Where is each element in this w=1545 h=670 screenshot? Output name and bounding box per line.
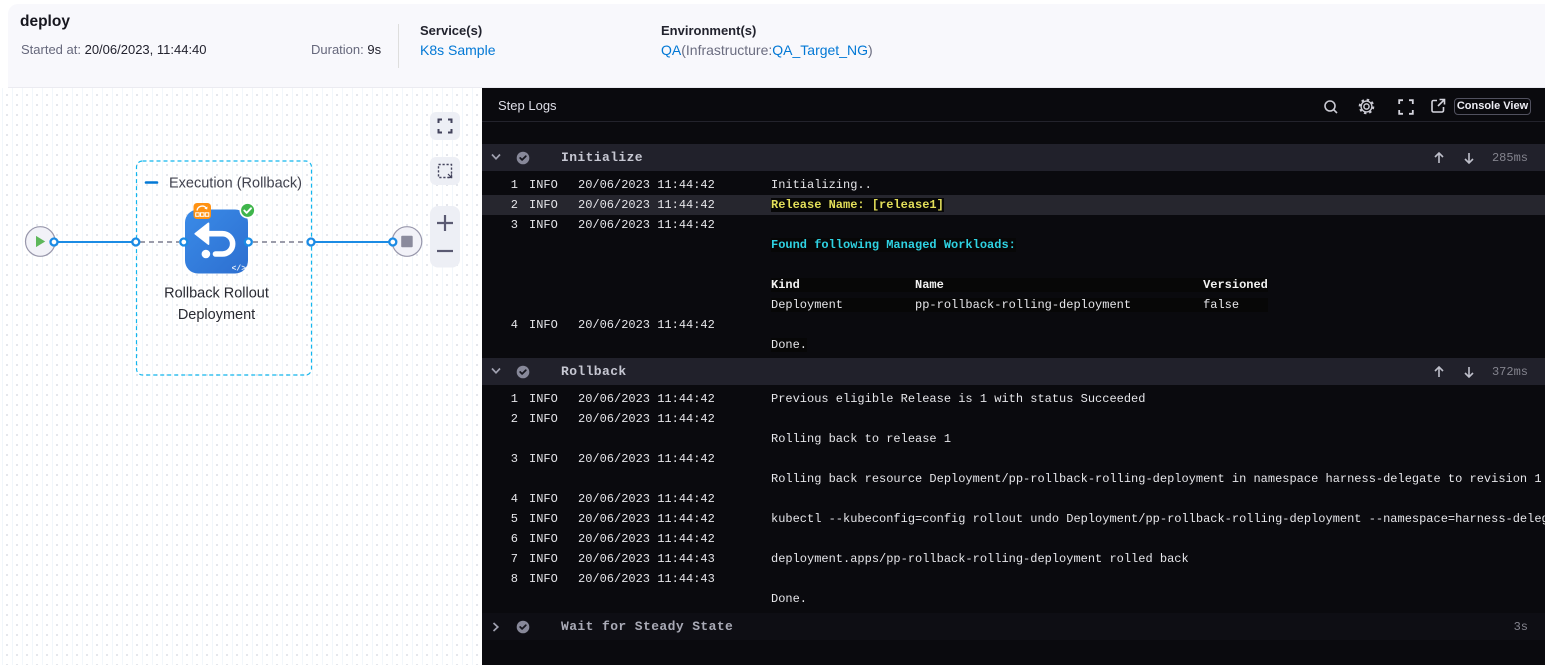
svg-text:Deployment: Deployment xyxy=(178,307,255,323)
svg-text:Rollback Rollout: Rollback Rollout xyxy=(164,286,269,302)
svg-text:Execution (Rollback): Execution (Rollback) xyxy=(169,176,302,192)
svg-text:</>: </> xyxy=(232,265,247,274)
